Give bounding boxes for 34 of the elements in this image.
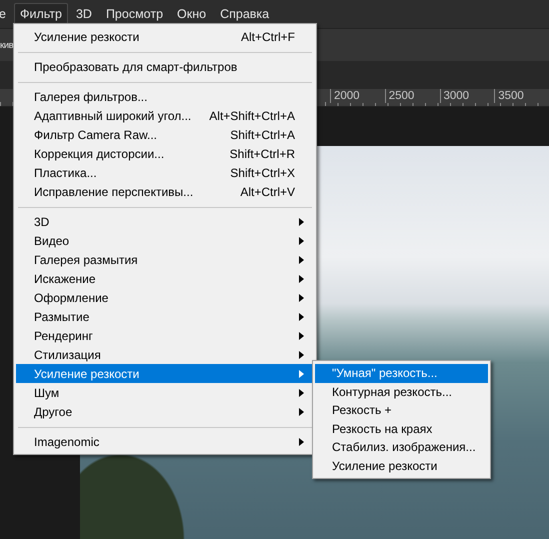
menu-item[interactable]: Галерея фильтров...: [16, 87, 314, 106]
menu-item[interactable]: "Умная" резкость...: [315, 364, 488, 382]
menu-item[interactable]: Рендеринг: [16, 326, 314, 345]
menu-item[interactable]: Стилизация: [16, 345, 314, 364]
menu-item[interactable]: Галерея размытия: [16, 250, 314, 269]
menu-item[interactable]: Шум: [16, 383, 314, 402]
menu-item[interactable]: Стабилиз. изображения...: [315, 438, 488, 456]
menu-bar-item[interactable]: Окно: [171, 3, 212, 25]
ruler-label: 2500: [384, 89, 440, 103]
menu-item[interactable]: Фильтр Camera Raw... Shift+Ctrl+A: [16, 125, 314, 144]
menu-item[interactable]: Резкость +: [315, 401, 488, 420]
menu-item[interactable]: Коррекция дисторсии... Shift+Ctrl+R: [16, 144, 314, 163]
menu-item[interactable]: Усиление резкости: [16, 364, 314, 383]
menu-item[interactable]: Усиление резкости Alt+Ctrl+F: [16, 27, 314, 46]
menu-item[interactable]: Резкость на краях: [315, 420, 488, 438]
menu-item[interactable]: Усиление резкости: [315, 456, 488, 475]
menu-bar-item[interactable]: Справка: [214, 3, 276, 25]
menu-bar-item[interactable]: 3D: [70, 3, 98, 25]
menu-item[interactable]: Искажение: [16, 269, 314, 288]
menu-item[interactable]: Видео: [16, 231, 314, 250]
menu-item[interactable]: 3D: [16, 212, 314, 231]
menu-item[interactable]: Преобразовать для смарт-фильтров: [16, 57, 314, 76]
menu-bar-item[interactable]: Фильтр: [14, 3, 68, 25]
menu-item[interactable]: Imagenomic: [16, 432, 314, 451]
menu-bar-item[interactable]: Просмотр: [100, 3, 170, 25]
option-label: кив: [0, 40, 14, 50]
menu-item[interactable]: Пластика... Shift+Ctrl+X: [16, 163, 314, 182]
menu-item[interactable]: Оформление: [16, 288, 314, 307]
menu-item[interactable]: Контурная резкость...: [315, 382, 488, 401]
menu-item[interactable]: Другое: [16, 402, 314, 421]
menu-item[interactable]: Адаптивный широкий угол... Alt+Shift+Ctrl+A: [16, 106, 314, 125]
menu-item[interactable]: Размытие: [16, 307, 314, 326]
ruler-label: 3000: [440, 89, 494, 103]
menu-item[interactable]: Исправление перспективы... Alt+Ctrl+V: [16, 182, 314, 201]
